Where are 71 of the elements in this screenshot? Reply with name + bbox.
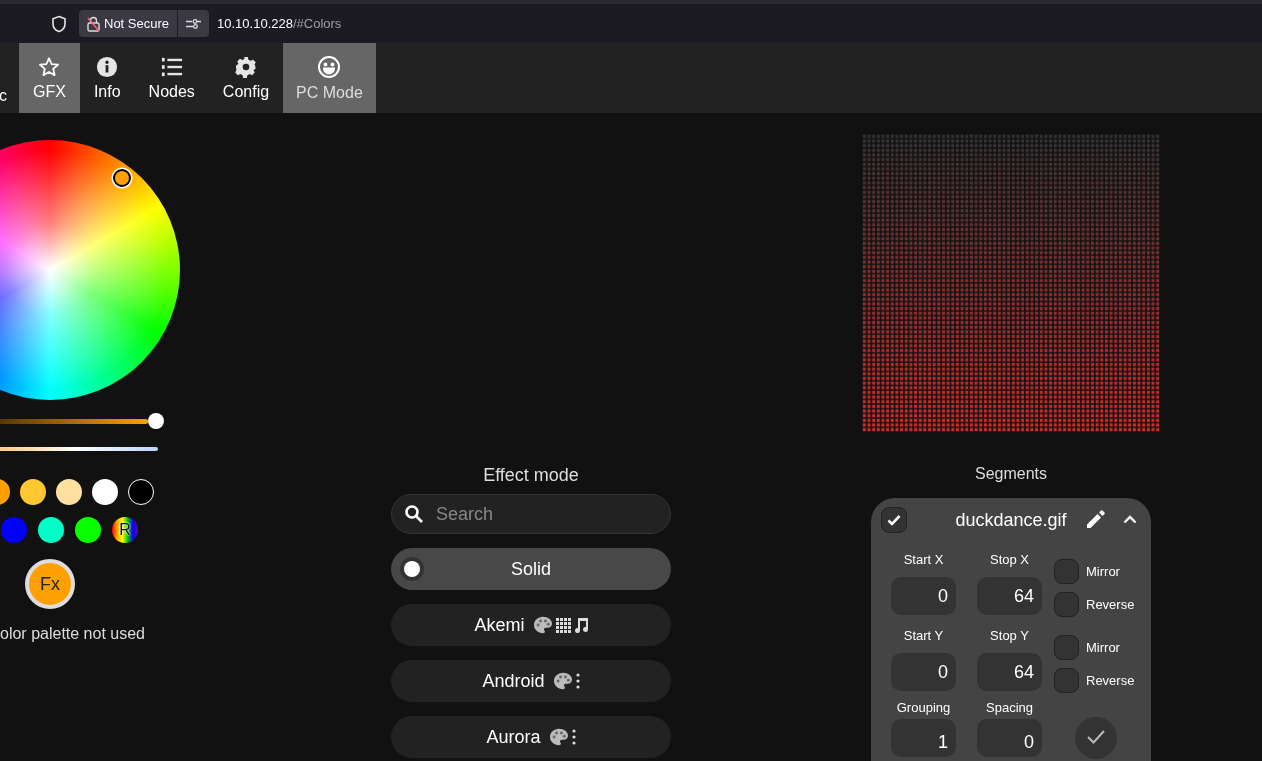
color-swatch[interactable]	[56, 479, 82, 505]
apply-button[interactable]	[1075, 717, 1117, 759]
permissions-button[interactable]	[177, 10, 210, 37]
nav-tab[interactable]: GFX	[19, 43, 80, 113]
checkmark-icon	[1086, 729, 1106, 745]
checkbox-label: Mirror	[1086, 638, 1120, 657]
checkbox-label: Reverse	[1086, 595, 1135, 614]
info-icon	[96, 56, 119, 78]
shield-icon[interactable]	[51, 14, 67, 33]
stop-value-field[interactable]: 64	[977, 653, 1042, 691]
color-swatch[interactable]	[128, 479, 154, 505]
numbered-list-icon	[160, 56, 183, 78]
chevron-up-icon[interactable]	[1123, 515, 1137, 524]
mirror-checkbox[interactable]	[1054, 635, 1079, 660]
effect-mode-heading: Effect mode	[483, 466, 579, 484]
field-label: Grouping	[896, 701, 951, 715]
field-label: Stop Y	[990, 627, 1029, 645]
nav-tab[interactable]: c	[0, 43, 19, 113]
checkbox-label: Mirror	[1086, 562, 1120, 581]
field-label: Start X	[903, 551, 944, 569]
mirror-checkbox[interactable]	[1054, 559, 1079, 584]
reverse-checkbox[interactable]	[1054, 668, 1079, 693]
color-swatch[interactable]	[1, 517, 27, 543]
music-note-icon	[573, 617, 588, 633]
brightness-slider-thumb[interactable]	[148, 413, 164, 429]
search-icon	[404, 504, 424, 524]
star-icon	[38, 56, 61, 78]
nav-tab[interactable]: Info	[79, 43, 135, 113]
color-picker-handle[interactable]	[113, 169, 131, 187]
security-indicator[interactable]: Not Secure	[79, 10, 178, 37]
start-value-field[interactable]: 0	[891, 577, 956, 615]
smiley-icon	[317, 55, 342, 79]
nav-tab[interactable]: Nodes	[134, 43, 209, 113]
field-label: Stop X	[990, 551, 1029, 569]
color-swatch[interactable]	[38, 517, 64, 543]
segment-name[interactable]: duckdance.gif	[955, 506, 1067, 534]
field-label: Spacing	[986, 701, 1033, 715]
effect-option[interactable]: Akemi	[391, 604, 671, 646]
pencil-icon[interactable]	[1086, 509, 1106, 529]
vertical-dots-icon	[575, 673, 580, 689]
pc-mode-toggle[interactable]: PC Mode	[283, 43, 376, 113]
stop-value-field[interactable]: 64	[977, 577, 1042, 615]
check-icon	[887, 514, 901, 526]
search-field[interactable]: Search	[391, 494, 671, 534]
palette-note: olor palette not used	[0, 624, 146, 644]
spacing-field[interactable]: 0	[977, 719, 1042, 757]
reverse-checkbox[interactable]	[1054, 592, 1079, 617]
effect-option[interactable]: Aurora	[391, 716, 671, 758]
segment-checkbox[interactable]	[881, 507, 907, 533]
sliders-icon	[186, 18, 202, 29]
effect-option[interactable]: Android	[391, 660, 671, 702]
effects-button[interactable]: Fx	[25, 559, 75, 609]
grid-icon	[555, 617, 571, 633]
random-color-button[interactable]: R	[112, 517, 138, 543]
nav-tab[interactable]: Config	[208, 43, 284, 113]
color-swatch[interactable]	[20, 479, 46, 505]
palette-icon	[548, 728, 569, 746]
field-label: Start Y	[903, 627, 944, 645]
url-text[interactable]: 10.10.10.228/#Colors	[217, 13, 342, 34]
effect-option[interactable]: Solid	[391, 548, 671, 590]
grouping-field[interactable]: 1	[891, 719, 956, 757]
start-value-field[interactable]: 0	[891, 653, 956, 691]
vertical-dots-icon	[571, 729, 576, 745]
broken-lock-icon	[87, 15, 100, 32]
color-swatch[interactable]	[92, 479, 118, 505]
segments-heading: Segments	[974, 466, 1047, 482]
checkbox-label: Reverse	[1086, 671, 1135, 690]
palette-icon	[552, 672, 573, 690]
gear-icon	[234, 56, 257, 78]
color-swatch[interactable]	[75, 517, 101, 543]
palette-icon	[532, 616, 553, 634]
